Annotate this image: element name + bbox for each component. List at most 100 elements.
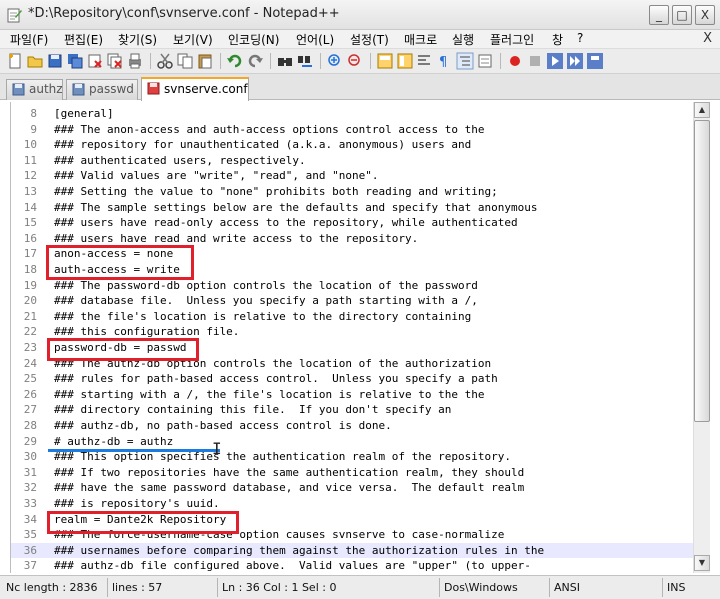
menu-file[interactable]: 파일(F)	[10, 31, 48, 48]
code-line[interactable]: 15 ### users have read-only access to the…	[11, 215, 694, 231]
start-recording-icon[interactable]	[506, 52, 524, 70]
menu-help[interactable]: ?	[577, 31, 583, 45]
menu-window[interactable]: 창	[552, 31, 563, 48]
code-line[interactable]: 12 ### Valid values are "write", "read", …	[11, 168, 694, 184]
code-line[interactable]: 36 ### usernames before comparing them ag…	[11, 542, 694, 559]
save-all-icon[interactable]	[66, 52, 84, 70]
line-number: 18	[23, 263, 37, 276]
menu-settings[interactable]: 설정(T)	[350, 31, 389, 48]
redo-icon[interactable]	[246, 52, 264, 70]
tab-authz[interactable]: authz	[6, 79, 63, 100]
vertical-scrollbar[interactable]: ▲ ▼	[693, 102, 710, 573]
close-button[interactable]: X	[695, 5, 715, 25]
show-all-characters-icon[interactable]: ¶	[436, 52, 454, 70]
paste-icon[interactable]	[196, 52, 214, 70]
line-text: ### Valid values are "write", "read", an…	[54, 169, 379, 183]
saved-file-icon	[12, 83, 25, 96]
code-line[interactable]: 10 ### repository for unauthenticated (a.…	[11, 137, 694, 153]
playback-icon[interactable]	[546, 52, 564, 70]
line-text: ### database file. Unless you specify a …	[54, 294, 478, 308]
document-tab-bar: authz passwd svnserve.conf	[0, 74, 720, 101]
save-icon[interactable]	[46, 52, 64, 70]
code-line[interactable]: 13 ### Setting the value to "none" prohib…	[11, 184, 694, 200]
maximize-button[interactable]: □	[672, 5, 692, 25]
find-icon[interactable]	[276, 52, 294, 70]
menu-view[interactable]: 보기(V)	[173, 31, 213, 48]
tab-passwd[interactable]: passwd	[66, 79, 138, 100]
line-number: 29	[23, 434, 37, 448]
code-line[interactable]: 32 ### have the same password database, a…	[11, 480, 694, 496]
user-defined-language-icon[interactable]	[476, 52, 494, 70]
menu-run[interactable]: 실행	[452, 31, 474, 48]
menu-language[interactable]: 언어(L)	[296, 31, 334, 48]
print-icon[interactable]	[126, 52, 144, 70]
code-line[interactable]: 20 ### database file. Unless you specify …	[11, 293, 694, 309]
close-file-icon[interactable]	[86, 52, 104, 70]
line-number: 28	[23, 419, 37, 432]
menu-edit[interactable]: 편집(E)	[64, 31, 103, 48]
code-line[interactable]: 21 ### the file's location is relative to…	[11, 309, 694, 325]
line-number: 37	[23, 559, 37, 573]
line-text: ### authz-db, no path-based access contr…	[54, 419, 392, 432]
undo-icon[interactable]	[226, 52, 244, 70]
indent-guide-icon[interactable]	[456, 52, 474, 70]
highlight-box-access-settings	[46, 245, 194, 280]
code-line[interactable]: 27 ### directory containing this file. If…	[11, 402, 694, 418]
status-insert-mode: INS	[667, 581, 686, 594]
tab-label: svnserve.conf	[164, 82, 248, 96]
code-line[interactable]: 14 ### The sample settings below are the …	[11, 200, 694, 216]
menu-search[interactable]: 찾기(S)	[118, 31, 157, 48]
line-number: 12	[23, 169, 37, 183]
minimize-button[interactable]: _	[649, 5, 669, 25]
code-line[interactable]: 9 ### The anon-access and auth-access opt…	[11, 122, 694, 138]
status-eol: Dos\Windows	[440, 578, 550, 597]
word-wrap-icon[interactable]	[416, 52, 434, 70]
save-macro-icon[interactable]	[586, 52, 604, 70]
close-all-icon[interactable]	[106, 52, 124, 70]
title-bar: *D:\Repository\conf\svnserve.conf - Note…	[0, 0, 720, 30]
saved-file-icon	[72, 83, 85, 96]
line-number: 25	[23, 372, 37, 386]
code-line[interactable]: 8 [general]	[11, 106, 694, 122]
code-line[interactable]: 25 ### rules for path-based access contro…	[11, 371, 694, 387]
menu-macro[interactable]: 매크로	[404, 31, 437, 48]
line-number: 10	[23, 138, 37, 152]
line-number: 26	[23, 387, 37, 401]
stop-recording-icon[interactable]	[526, 52, 544, 70]
menu-encoding[interactable]: 인코딩(N)	[228, 31, 279, 48]
status-encoding: ANSI	[550, 578, 663, 597]
tab-label: authz	[29, 82, 63, 96]
tab-svnserve-conf[interactable]: svnserve.conf	[141, 77, 249, 101]
line-text: ### The anon-access and auth-access opti…	[54, 122, 485, 136]
status-bar: Nc length : 2836 lines : 57 Ln : 36 Col …	[0, 575, 720, 599]
code-line[interactable]: 28 ### authz-db, no path-based access con…	[11, 418, 694, 434]
run-macro-multiple-icon[interactable]	[566, 52, 584, 70]
menu-plugins[interactable]: 플러그인	[490, 31, 534, 48]
line-number: 36	[23, 543, 37, 557]
line-text: ### have the same password database, and…	[54, 481, 525, 495]
toolbar-separator	[500, 53, 501, 69]
cut-icon[interactable]	[156, 52, 174, 70]
scroll-down-arrow-icon[interactable]: ▼	[694, 555, 710, 571]
line-text: ### starting with a /, the file's locati…	[54, 387, 485, 401]
zoom-out-icon[interactable]	[346, 52, 364, 70]
code-line[interactable]: 33 ### is repository's uuid.	[11, 496, 694, 512]
replace-icon[interactable]	[296, 52, 314, 70]
scrollbar-thumb[interactable]	[694, 120, 710, 422]
copy-icon[interactable]	[176, 52, 194, 70]
sync-vertical-icon[interactable]	[376, 52, 394, 70]
code-line[interactable]: 11 ### authenticated users, respectively.	[11, 153, 694, 169]
line-text: ### the file's location is relative to t…	[54, 309, 472, 323]
new-file-icon[interactable]	[6, 52, 24, 70]
code-line[interactable]: 31 ### If two repositories have the same …	[11, 465, 694, 481]
zoom-in-icon[interactable]	[326, 52, 344, 70]
line-number: 23	[23, 341, 37, 354]
scroll-up-arrow-icon[interactable]: ▲	[694, 102, 710, 118]
sync-horizontal-icon[interactable]	[396, 52, 414, 70]
code-line[interactable]: 26 ### starting with a /, the file's loca…	[11, 387, 694, 403]
line-number: 20	[23, 294, 37, 308]
close-document-icon[interactable]: X	[703, 31, 712, 46]
code-line[interactable]: 37 ### authz-db file configured above. Va…	[11, 558, 694, 573]
code-line[interactable]: 29 # authz-db = authz	[11, 434, 694, 450]
open-file-icon[interactable]	[26, 52, 44, 70]
